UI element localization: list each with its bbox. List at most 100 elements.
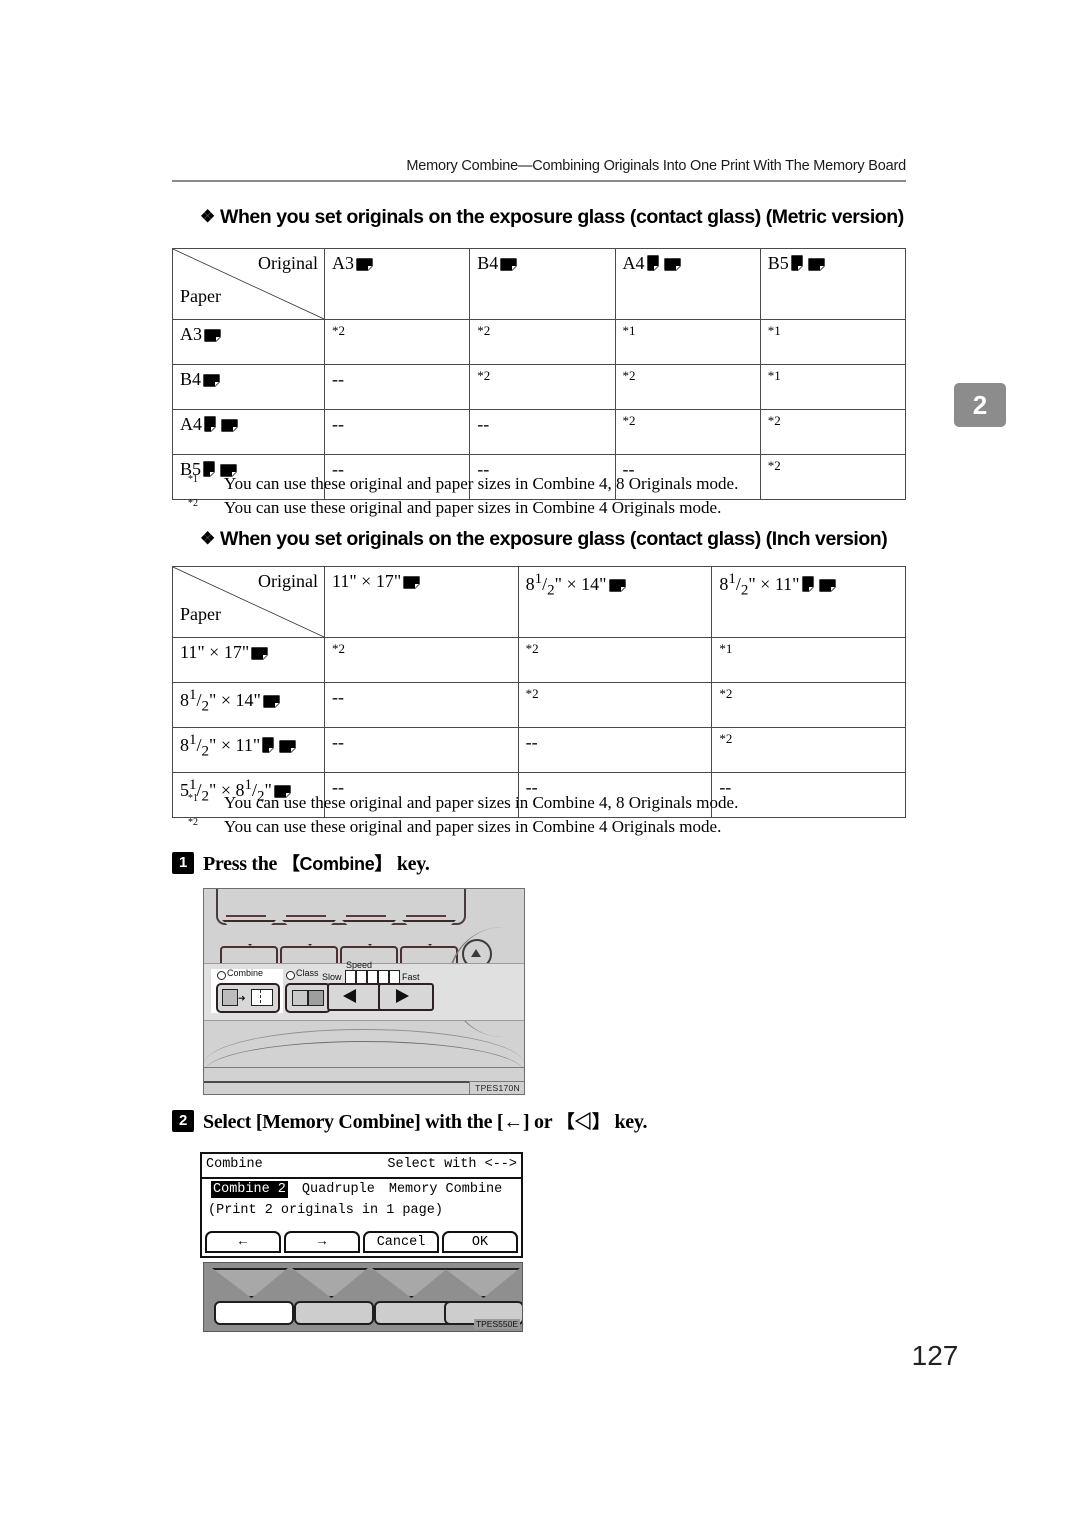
size-label: B4 bbox=[180, 369, 202, 389]
table-cell-r2-c0: -- bbox=[323, 409, 471, 455]
table-row: A4 -- -- *2 *2 bbox=[172, 409, 907, 455]
table-row-header-1: B4 bbox=[172, 364, 325, 410]
section-heading-inch: ❖ When you set originals on the exposure … bbox=[200, 528, 920, 551]
step-1-keycap: 【Combine】 bbox=[281, 854, 393, 874]
table-cell-r0-c0: *2 bbox=[324, 637, 519, 683]
table-row: 81/2" × 14" -- *2 *2 bbox=[172, 682, 906, 728]
lcd-button-k0[interactable]: ← bbox=[205, 1231, 281, 1253]
table-column-header-0: 11" × 17" bbox=[324, 566, 519, 638]
table-cell-r1-c1: *2 bbox=[469, 364, 616, 410]
table-column-header-2: A4 bbox=[614, 248, 761, 320]
lcd-option-memory-combine[interactable]: Memory Combine bbox=[389, 1182, 502, 1197]
key-arrow-2-icon bbox=[292, 1268, 368, 1298]
landscape-orientation-icon bbox=[204, 326, 221, 347]
footnote-text: You can use these original and paper siz… bbox=[224, 793, 739, 812]
cell-footnote-marker: *1 bbox=[767, 323, 781, 338]
panel-line-3 bbox=[204, 1067, 524, 1068]
table-cell-r0-c1: *2 bbox=[517, 637, 713, 683]
class-label: Class bbox=[296, 968, 319, 978]
table-cell-r2-c1: -- bbox=[469, 409, 616, 455]
size-label: A3 bbox=[332, 253, 354, 273]
figure-code-label: TPES170N bbox=[469, 1081, 524, 1094]
table-cell-r1-c0: -- bbox=[323, 364, 471, 410]
cell-footnote-marker: *2 bbox=[719, 686, 733, 701]
key-strip-code-label: TPES550E bbox=[473, 1319, 520, 1329]
footnote-0: *1 You can use these original and paper s… bbox=[188, 472, 928, 496]
footnote-marker: *2 bbox=[188, 498, 198, 510]
portrait-orientation-icon bbox=[204, 416, 216, 437]
table-cell-r2-c3: *2 bbox=[759, 409, 907, 455]
corner-original-label: Original bbox=[258, 253, 318, 273]
cell-footnote-marker: *2 bbox=[767, 413, 781, 428]
landscape-orientation-icon bbox=[818, 576, 836, 597]
cell-dash: -- bbox=[332, 414, 344, 434]
cell-dash: -- bbox=[332, 687, 344, 707]
table-cell-r1-c2: *2 bbox=[711, 682, 906, 728]
key-arrow-3-icon bbox=[372, 1268, 448, 1298]
landscape-orientation-icon bbox=[203, 371, 220, 392]
class-key-button[interactable] bbox=[285, 983, 331, 1013]
table-cell-r0-c2: *1 bbox=[614, 319, 761, 365]
lcd-selected-option[interactable]: Combine 2 bbox=[211, 1181, 288, 1198]
size-label: B5 bbox=[767, 253, 789, 273]
table-column-header-1: 81/2" × 14" bbox=[517, 566, 713, 638]
lcd-button-row: ← → Cancel OK bbox=[205, 1231, 518, 1253]
combine-indicator-led bbox=[217, 971, 226, 980]
table-corner-cell: Original Paper bbox=[172, 566, 325, 638]
table-row: A3 *2 *2 *1 *1 bbox=[172, 319, 907, 365]
footnote-text: You can use these original and paper siz… bbox=[224, 498, 722, 518]
page-number: 127 bbox=[911, 1340, 959, 1371]
table-column-header-0: A3 bbox=[323, 248, 471, 320]
speed-segment-2 bbox=[356, 970, 367, 984]
table-cell-r1-c1: *2 bbox=[517, 682, 713, 728]
landscape-orientation-icon bbox=[221, 416, 238, 437]
combine-label: Combine bbox=[227, 968, 264, 978]
fast-label: Fast bbox=[402, 972, 420, 982]
footnote-marker: *1 bbox=[188, 793, 198, 804]
cell-footnote-marker: *2 bbox=[622, 413, 636, 428]
table-cell-r2-c1: -- bbox=[517, 727, 713, 773]
lcd-option-quadruple[interactable]: Quadruple bbox=[302, 1182, 375, 1197]
corner-original-label: Original bbox=[258, 571, 318, 591]
panel-tick-1 bbox=[226, 915, 266, 917]
key-button-1[interactable] bbox=[214, 1301, 294, 1325]
footnote-text: You can use these original and paper siz… bbox=[224, 817, 722, 837]
step-1-number: 1 bbox=[172, 852, 194, 874]
combine-key-button[interactable]: ➜ bbox=[216, 983, 280, 1013]
panel-arrow-1-icon bbox=[222, 920, 276, 946]
step-2-text: Select [Memory Combine] with the [←] or … bbox=[203, 1111, 648, 1133]
key-button-2[interactable] bbox=[294, 1301, 374, 1325]
portrait-orientation-icon bbox=[791, 255, 803, 276]
lcd-button-ok[interactable]: OK bbox=[442, 1231, 518, 1253]
speed-down-button[interactable] bbox=[327, 983, 383, 1011]
table-cell-r1-c2: *2 bbox=[614, 364, 761, 410]
cell-footnote-marker: *1 bbox=[767, 368, 781, 383]
cell-footnote-marker: *2 bbox=[525, 686, 539, 701]
size-label: 81/2" × 14" bbox=[180, 687, 261, 715]
landscape-orientation-icon bbox=[356, 255, 373, 276]
key-button-3[interactable] bbox=[374, 1301, 454, 1325]
portrait-orientation-icon bbox=[801, 576, 814, 597]
class-indicator-led bbox=[286, 971, 295, 980]
cell-dash: -- bbox=[332, 369, 344, 389]
lcd-display-illustration: Combine Select with <--> Combine 2 Quadru… bbox=[200, 1152, 523, 1258]
key-arrow-1-icon bbox=[212, 1268, 288, 1298]
table-row: 11" × 17" *2 *2 *1 bbox=[172, 637, 906, 683]
cell-footnote-marker: *1 bbox=[622, 323, 636, 338]
table-cell-r0-c2: *1 bbox=[711, 637, 906, 683]
size-label: 81/2" × 11" bbox=[180, 732, 261, 760]
cell-footnote-marker: *2 bbox=[622, 368, 636, 383]
portrait-orientation-icon bbox=[262, 737, 274, 758]
table-cell-r1-c3: *1 bbox=[759, 364, 907, 410]
lcd-title-row: Combine Select with <--> bbox=[206, 1157, 517, 1176]
table-cell-r1-c0: -- bbox=[324, 682, 519, 728]
table-corner-cell: Original Paper bbox=[172, 248, 325, 320]
size-label: 81/2" × 14" bbox=[525, 571, 607, 599]
lcd-button-cancel[interactable]: Cancel bbox=[363, 1231, 439, 1253]
speed-segment-3 bbox=[367, 970, 378, 984]
speed-up-button[interactable] bbox=[378, 983, 434, 1011]
cell-dash: -- bbox=[477, 414, 490, 434]
lcd-button-k1[interactable]: → bbox=[284, 1231, 360, 1253]
speed-segment-5 bbox=[389, 970, 400, 984]
speed-label: Speed bbox=[346, 960, 373, 970]
